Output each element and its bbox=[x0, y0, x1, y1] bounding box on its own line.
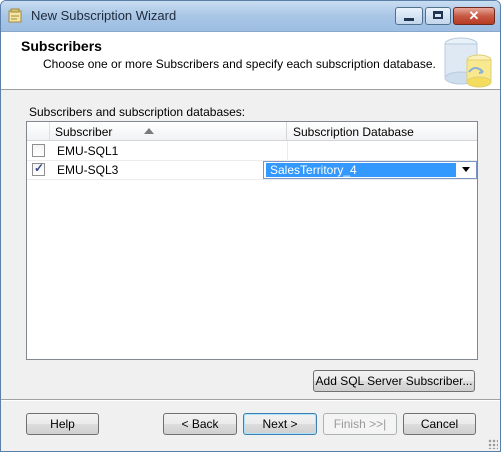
table-row: ✓ EMU-SQL3 SalesTerritory_4 bbox=[27, 160, 477, 180]
subscription-database-cell[interactable] bbox=[287, 141, 477, 160]
grid-header-check-column bbox=[27, 122, 50, 140]
subscription-database-dropdown[interactable]: SalesTerritory_4 bbox=[263, 161, 477, 179]
checkmark-icon: ✓ bbox=[34, 161, 45, 175]
help-button[interactable]: Help bbox=[26, 413, 99, 435]
finish-button[interactable]: Finish >>| bbox=[323, 413, 397, 435]
footer-separator bbox=[1, 399, 500, 401]
wizard-app-icon bbox=[8, 8, 22, 23]
sort-ascending-icon bbox=[144, 128, 154, 134]
column-header-database-label: Subscription Database bbox=[293, 125, 414, 139]
add-sql-server-subscriber-button[interactable]: Add SQL Server Subscriber... bbox=[313, 370, 475, 392]
minimize-button[interactable] bbox=[395, 7, 423, 25]
table-row: EMU-SQL1 bbox=[27, 141, 477, 161]
database-replication-icon bbox=[444, 37, 492, 88]
close-button[interactable]: ✕ bbox=[453, 7, 495, 25]
subscriber-name: EMU-SQL3 bbox=[57, 163, 119, 177]
column-header-subscriber[interactable]: Subscriber bbox=[49, 122, 287, 140]
dropdown-arrow-icon[interactable] bbox=[462, 167, 470, 172]
maximize-icon bbox=[433, 11, 443, 19]
wizard-window: New Subscription Wizard ✕ Subscribers Ch… bbox=[0, 0, 501, 452]
maximize-button[interactable] bbox=[425, 7, 451, 25]
back-button[interactable]: < Back bbox=[163, 413, 237, 435]
subscriber-name: EMU-SQL1 bbox=[57, 144, 119, 158]
resize-grip-icon[interactable] bbox=[488, 439, 498, 449]
wizard-header: Subscribers Choose one or more Subscribe… bbox=[1, 32, 500, 90]
close-icon: ✕ bbox=[468, 8, 480, 23]
subscriber-checkbox[interactable] bbox=[32, 144, 45, 157]
next-button[interactable]: Next > bbox=[243, 413, 317, 435]
page-title: Subscribers bbox=[21, 38, 102, 54]
title-bar[interactable]: New Subscription Wizard ✕ bbox=[1, 1, 500, 32]
subscription-database-selected: SalesTerritory_4 bbox=[266, 163, 456, 177]
minimize-icon bbox=[404, 18, 414, 21]
subscribers-section-label: Subscribers and subscription databases: bbox=[29, 105, 246, 119]
column-header-subscriber-label: Subscriber bbox=[55, 125, 113, 139]
column-header-subscription-database[interactable]: Subscription Database bbox=[287, 122, 477, 140]
subscribers-grid[interactable]: Subscriber Subscription Database EMU-SQL… bbox=[26, 121, 478, 360]
grid-header: Subscriber Subscription Database bbox=[27, 122, 477, 141]
page-description: Choose one or more Subscribers and speci… bbox=[43, 57, 436, 71]
cancel-button[interactable]: Cancel bbox=[403, 413, 476, 435]
window-title: New Subscription Wizard bbox=[31, 8, 177, 23]
subscriber-checkbox[interactable]: ✓ bbox=[32, 161, 45, 176]
